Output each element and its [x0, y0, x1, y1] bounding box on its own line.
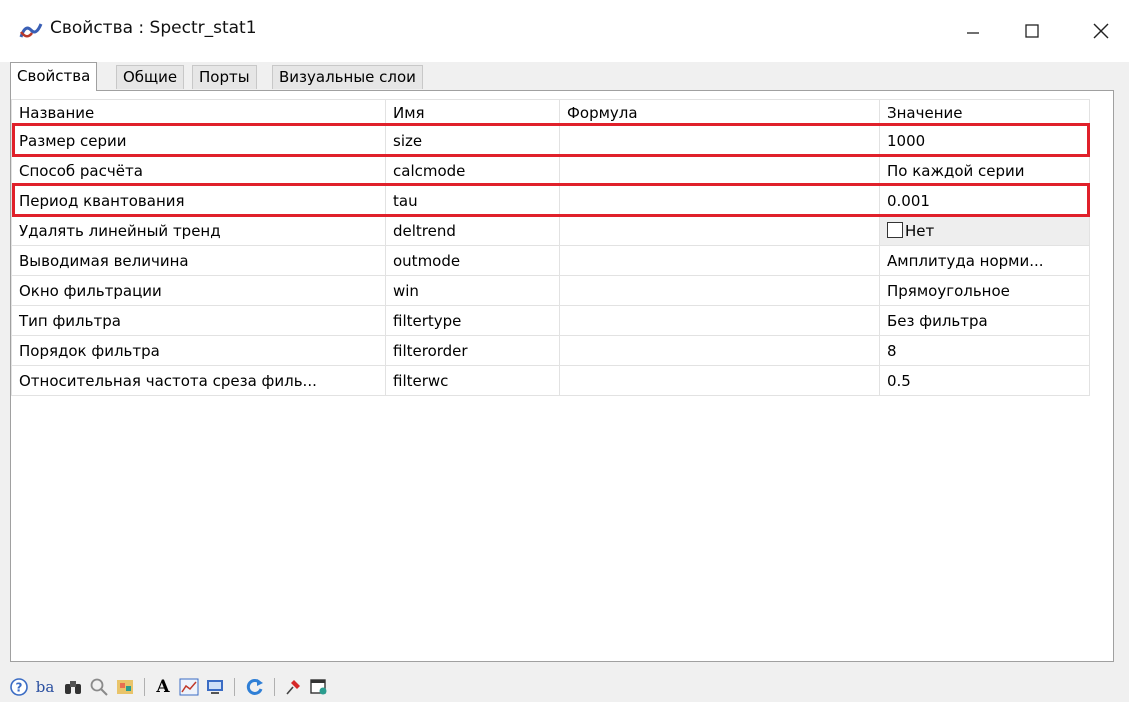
maximize-button[interactable]: [1009, 12, 1055, 50]
minimize-icon: [967, 32, 979, 34]
window-list-icon[interactable]: [308, 676, 330, 698]
row-id: deltrend: [385, 215, 560, 246]
row-id: tau: [385, 185, 560, 216]
row-name: Порядок фильтра: [11, 335, 386, 366]
table-row[interactable]: Период квантования tau 0.001: [11, 185, 1090, 216]
row-value[interactable]: По каждой серии: [879, 155, 1090, 186]
row-name: Период квантования: [11, 185, 386, 216]
properties-panel: Название Имя Формула Значение Размер сер…: [10, 90, 1114, 662]
row-value[interactable]: Амплитуда норми...: [879, 245, 1090, 276]
binoculars-icon[interactable]: [62, 676, 84, 698]
font-icon[interactable]: A: [152, 676, 174, 698]
zoom-icon[interactable]: [88, 676, 110, 698]
sort-alpha-icon[interactable]: ba: [34, 676, 56, 698]
bottom-toolbar: ? ba A: [0, 670, 1129, 702]
tab-ports[interactable]: Порты: [192, 65, 257, 89]
minimize-button[interactable]: [950, 12, 996, 50]
row-id: filtertype: [385, 305, 560, 336]
table-row[interactable]: Тип фильтра filtertype Без фильтра: [11, 305, 1090, 336]
tab-label: Порты: [199, 68, 250, 86]
column-header-id[interactable]: Имя: [385, 99, 560, 126]
row-formula[interactable]: [559, 245, 880, 276]
row-value[interactable]: 8: [879, 335, 1090, 366]
close-button[interactable]: [1078, 12, 1124, 50]
row-id: win: [385, 275, 560, 306]
row-formula[interactable]: [559, 125, 880, 156]
row-name: Размер серии: [11, 125, 386, 156]
row-id: size: [385, 125, 560, 156]
monitor-icon[interactable]: [204, 676, 226, 698]
row-id: calcmode: [385, 155, 560, 186]
row-value[interactable]: 0.5: [879, 365, 1090, 396]
row-value[interactable]: 0.001: [879, 185, 1090, 216]
row-name: Тип фильтра: [11, 305, 386, 336]
row-id: filterwc: [385, 365, 560, 396]
app-icon: [18, 20, 44, 42]
table-row[interactable]: Размер серии size 1000: [11, 125, 1090, 156]
close-icon: [1093, 23, 1109, 39]
column-header-value[interactable]: Значение: [879, 99, 1090, 126]
row-formula[interactable]: [559, 335, 880, 366]
table-header-row: Название Имя Формула Значение: [11, 99, 1090, 126]
row-name: Окно фильтрации: [11, 275, 386, 306]
properties-window: Свойства : Spectr_stat1 Свойства Общие П…: [0, 0, 1129, 702]
toolbar-separator: [234, 678, 235, 696]
tab-label: Свойства: [17, 67, 91, 85]
chart-icon[interactable]: [178, 676, 200, 698]
window-title: Свойства : Spectr_stat1: [50, 18, 257, 38]
title-bar[interactable]: Свойства : Spectr_stat1: [0, 0, 1129, 62]
tab-strip: Свойства Общие Порты Визуальные слои: [0, 62, 1129, 91]
toolbar-separator: [144, 678, 145, 696]
row-value[interactable]: 1000: [879, 125, 1090, 156]
toolbar-separator: [274, 678, 275, 696]
column-header-name[interactable]: Название: [11, 99, 386, 126]
help-icon[interactable]: ?: [8, 676, 30, 698]
table-row[interactable]: Способ расчёта calcmode По каждой серии: [11, 155, 1090, 186]
maximize-icon: [1025, 24, 1039, 38]
svg-text:?: ?: [16, 681, 23, 695]
column-header-formula[interactable]: Формула: [559, 99, 880, 126]
row-id: outmode: [385, 245, 560, 276]
row-id: filterorder: [385, 335, 560, 366]
tab-label: Общие: [123, 68, 178, 86]
tab-label: Визуальные слои: [279, 68, 416, 86]
refresh-icon[interactable]: [244, 676, 266, 698]
palette-icon[interactable]: [114, 676, 136, 698]
row-formula[interactable]: [559, 275, 880, 306]
pin-icon[interactable]: [282, 676, 304, 698]
row-name: Способ расчёта: [11, 155, 386, 186]
properties-table: Название Имя Формула Значение Размер сер…: [11, 99, 1090, 396]
row-name: Относительная частота среза филь...: [11, 365, 386, 396]
row-value[interactable]: Прямоугольное: [879, 275, 1090, 306]
table-row[interactable]: Порядок фильтра filterorder 8: [11, 335, 1090, 366]
row-formula[interactable]: [559, 215, 880, 246]
row-formula[interactable]: [559, 155, 880, 186]
table-row[interactable]: Удалять линейный тренд deltrend Нет: [11, 215, 1090, 246]
row-value[interactable]: Без фильтра: [879, 305, 1090, 336]
row-formula[interactable]: [559, 305, 880, 336]
table-row[interactable]: Выводимая величина outmode Амплитуда нор…: [11, 245, 1090, 276]
table-row[interactable]: Относительная частота среза филь... filt…: [11, 365, 1090, 396]
table-row[interactable]: Окно фильтрации win Прямоугольное: [11, 275, 1090, 306]
tab-visual-layers[interactable]: Визуальные слои: [272, 65, 423, 89]
row-name: Выводимая величина: [11, 245, 386, 276]
row-value[interactable]: Нет: [879, 215, 1090, 246]
tab-general[interactable]: Общие: [116, 65, 185, 89]
deltrend-checkbox[interactable]: [887, 221, 903, 238]
checkbox-label: Нет: [905, 221, 935, 240]
row-formula[interactable]: [559, 365, 880, 396]
row-name: Удалять линейный тренд: [11, 215, 386, 246]
tab-properties[interactable]: Свойства: [10, 62, 98, 91]
row-formula[interactable]: [559, 185, 880, 216]
